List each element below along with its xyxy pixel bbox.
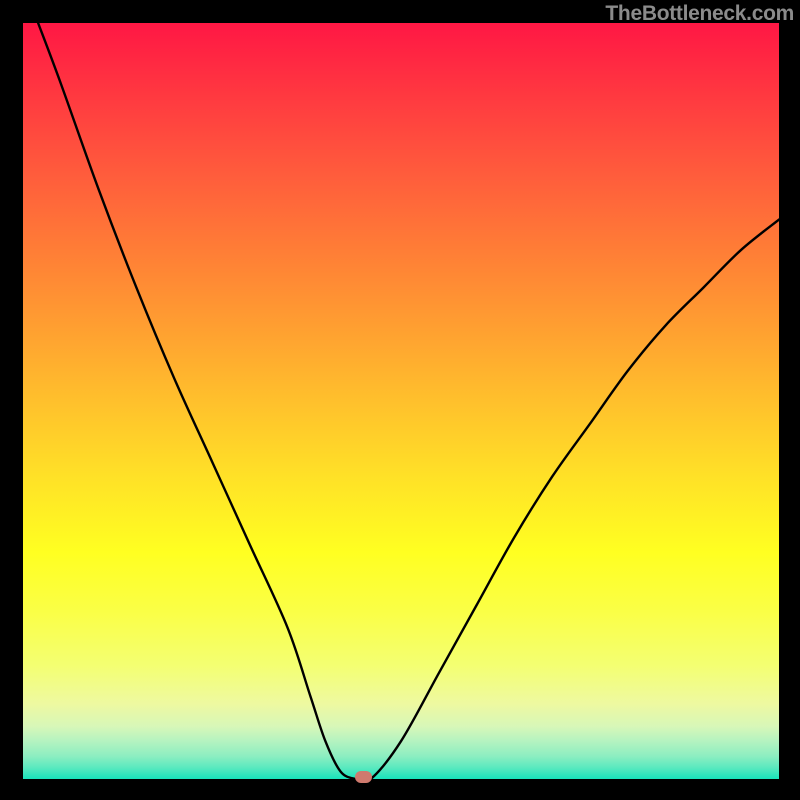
watermark-text: TheBottleneck.com <box>605 2 794 26</box>
bottleneck-curve <box>23 23 779 779</box>
minimum-marker <box>355 771 372 783</box>
chart-frame: TheBottleneck.com <box>0 0 800 800</box>
plot-area <box>23 23 779 779</box>
